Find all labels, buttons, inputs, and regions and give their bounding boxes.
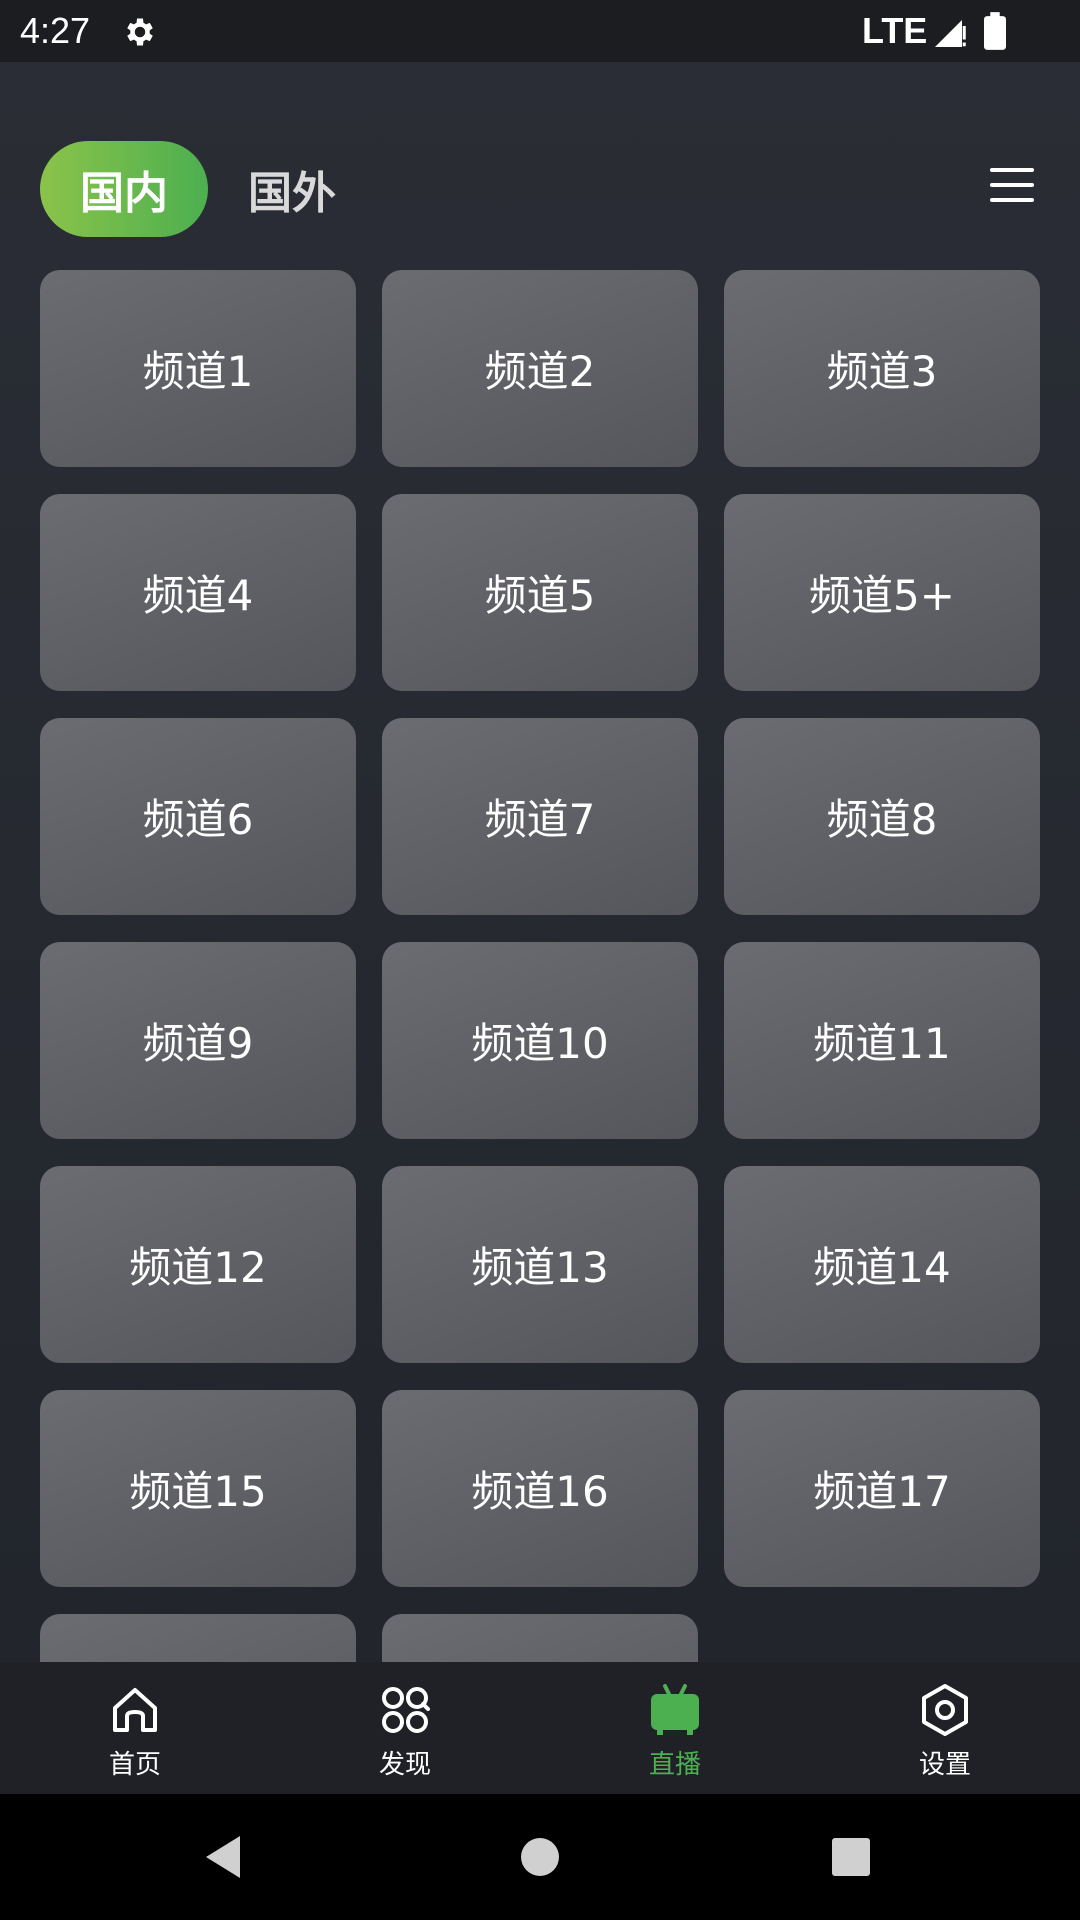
network-type: LTE [862, 10, 928, 51]
channel-card[interactable]: 频道3 [724, 270, 1040, 467]
nav-item-settings[interactable]: 设置 [810, 1662, 1080, 1794]
back-icon[interactable] [200, 1832, 250, 1882]
channel-card[interactable]: 频道10 [382, 942, 698, 1139]
nav-item-live[interactable]: 直播 [540, 1662, 810, 1794]
channel-card[interactable]: 频道4 [40, 494, 356, 691]
nav-label-home: 首页 [108, 1750, 161, 1780]
tab-foreign[interactable]: 国外 [248, 141, 378, 237]
channel-card[interactable]: 频道9 [40, 942, 356, 1139]
channel-card[interactable]: 频道14 [724, 1166, 1040, 1363]
channel-list[interactable]: 频道1 频道2 频道3 频道4 频道5 频道5+ 频道6 频道7 频道8 频道9… [0, 262, 1080, 1724]
channel-card[interactable]: 频道17 [724, 1390, 1040, 1587]
app-content: 国内 国外 频道1 频道2 频道3 频道4 频道5 频道5+ 频道6 频道7 频… [0, 62, 1080, 1724]
system-nav-bar [0, 1794, 1080, 1920]
recents-icon[interactable] [826, 1832, 876, 1882]
nav-label-discover: 发现 [378, 1750, 431, 1780]
settings-hex-icon [922, 1684, 968, 1736]
status-bar: 4:27 LTE [0, 0, 1080, 62]
channel-card[interactable]: 频道5+ [724, 494, 1040, 691]
channel-grid: 频道1 频道2 频道3 频道4 频道5 频道5+ 频道6 频道7 频道8 频道9… [40, 270, 1040, 1724]
nav-label-live: 直播 [648, 1750, 701, 1780]
channel-card[interactable]: 频道7 [382, 718, 698, 915]
settings-icon [127, 18, 153, 46]
channel-card[interactable]: 频道12 [40, 1166, 356, 1363]
discover-icon [382, 1687, 430, 1733]
home-icon [113, 1688, 157, 1732]
nav-label-settings: 设置 [918, 1750, 971, 1780]
tab-domestic[interactable]: 国内 [40, 141, 208, 237]
channel-card[interactable]: 频道16 [382, 1390, 698, 1587]
nav-item-home[interactable]: 首页 [0, 1662, 270, 1794]
channel-card[interactable]: 频道8 [724, 718, 1040, 915]
channel-card[interactable]: 频道11 [724, 942, 1040, 1139]
channel-card[interactable]: 频道6 [40, 718, 356, 915]
channel-card[interactable]: 频道1 [40, 270, 356, 467]
bottom-nav: 首页 发现 直播 设置 [0, 1662, 1080, 1794]
battery-icon [984, 12, 1006, 50]
status-time: 4:27 [20, 10, 91, 51]
channel-card[interactable]: 频道15 [40, 1390, 356, 1587]
hamburger-menu-icon[interactable] [986, 162, 1038, 208]
channel-card[interactable]: 频道2 [382, 270, 698, 467]
tv-icon [651, 1684, 699, 1735]
home-circle-icon[interactable] [515, 1832, 565, 1882]
signal-icon [935, 20, 966, 47]
nav-item-discover[interactable]: 发现 [270, 1662, 540, 1794]
channel-card[interactable]: 频道13 [382, 1166, 698, 1363]
channel-card[interactable]: 频道5 [382, 494, 698, 691]
